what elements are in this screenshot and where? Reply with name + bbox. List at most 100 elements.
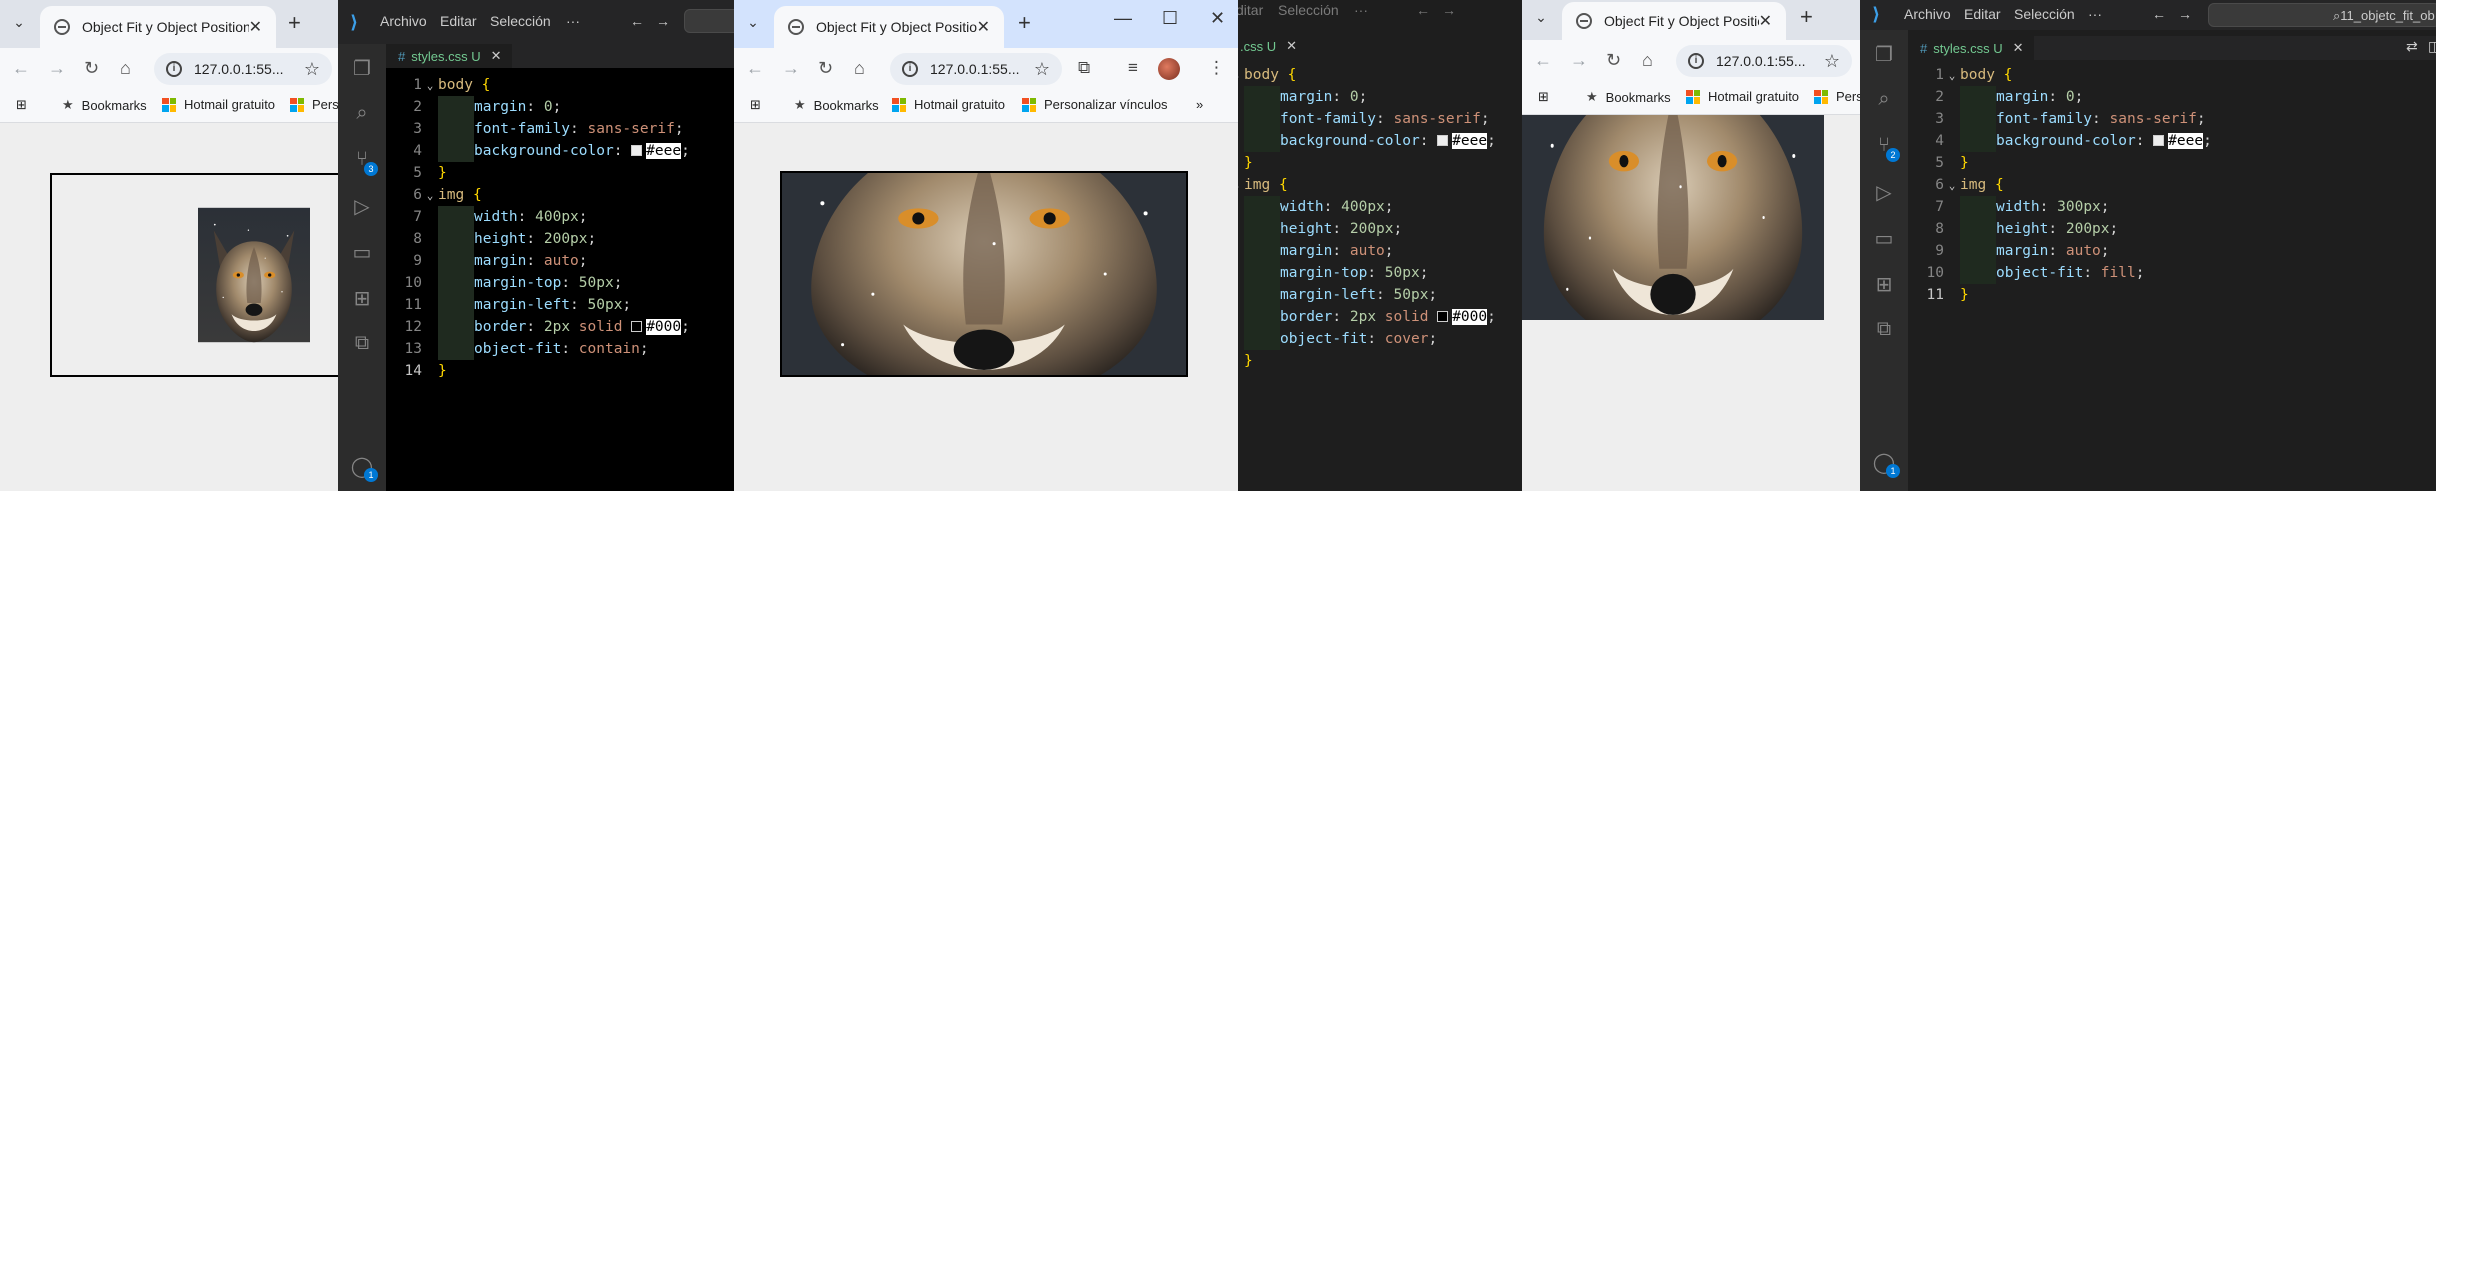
apps-icon[interactable]: ⊞ bbox=[750, 97, 761, 113]
home-icon[interactable]: ⌂ bbox=[854, 58, 865, 79]
testing-icon[interactable]: ⧉ bbox=[338, 332, 386, 355]
code-line[interactable]: 9margin: auto; bbox=[1908, 240, 2436, 262]
code-editor[interactable]: 1⌄body {2margin: 0;3font-family: sans-se… bbox=[1238, 58, 1522, 491]
chevron-down-icon[interactable]: ⌄ bbox=[740, 9, 766, 35]
code-line[interactable]: 13 object-fit: contain; bbox=[386, 338, 734, 360]
bookmark-item[interactable]: ★ Bookmarks bbox=[794, 97, 879, 113]
color-swatch[interactable] bbox=[631, 321, 643, 332]
close-icon[interactable]: ✕ bbox=[977, 17, 990, 37]
star-icon[interactable]: ☆ bbox=[1824, 51, 1840, 72]
code-line[interactable]: 8height: 200px; bbox=[1238, 218, 1522, 240]
menu-more[interactable]: ··· bbox=[1354, 2, 1368, 18]
code-line[interactable]: 14} bbox=[1238, 350, 1522, 372]
code-line[interactable]: 12border: 2px solid #000; bbox=[386, 316, 734, 338]
code-editor[interactable]: 1⌄body {2margin: 0;3font-family: sans-se… bbox=[1908, 60, 2436, 491]
reload-icon[interactable]: ↻ bbox=[818, 58, 833, 79]
command-center[interactable] bbox=[684, 9, 734, 33]
home-icon[interactable]: ⌂ bbox=[1642, 50, 1653, 71]
code-editor[interactable]: 1⌄body {2margin: 0;3font-family: sans-se… bbox=[386, 68, 734, 491]
menu-icon[interactable]: ⋮ bbox=[1208, 58, 1225, 78]
extensions-icon[interactable]: ⊞ bbox=[338, 286, 386, 311]
code-line[interactable]: 2margin: 0; bbox=[1238, 86, 1522, 108]
run-icon[interactable]: ▷ bbox=[338, 194, 386, 219]
testing-icon[interactable]: ⧉ bbox=[1860, 318, 1908, 341]
code-line[interactable]: 3font-family: sans-serif; bbox=[386, 118, 734, 140]
apps-icon[interactable]: ⊞ bbox=[16, 97, 27, 113]
address-bar[interactable]: i 127.0.0.1:55... ☆ bbox=[890, 53, 1062, 85]
extensions-icon[interactable]: ⧉ bbox=[1078, 58, 1090, 78]
apps-icon[interactable]: ⊞ bbox=[1538, 89, 1549, 105]
close-window-icon[interactable]: ✕ bbox=[1210, 8, 1225, 29]
compare-icon[interactable]: ⇄ bbox=[2406, 38, 2418, 55]
bookmark-item[interactable]: Perso bbox=[290, 97, 338, 112]
code-line[interactable]: 8height: 200px; bbox=[386, 228, 734, 250]
bookmark-item[interactable]: Personalizar vínculos bbox=[1022, 97, 1168, 112]
source-control-icon[interactable]: ⑂ bbox=[1860, 134, 1908, 157]
plus-icon[interactable]: + bbox=[1018, 10, 1031, 36]
code-line[interactable]: 2margin: 0; bbox=[1908, 86, 2436, 108]
close-icon[interactable]: ✕ bbox=[249, 17, 262, 37]
menu-seleccion[interactable]: Selección bbox=[2014, 6, 2075, 22]
forward-icon[interactable]: → bbox=[656, 13, 670, 29]
tab-styles-css[interactable]: .css U ✕ bbox=[1238, 34, 1308, 58]
menu-editar[interactable]: Editar bbox=[1964, 6, 2001, 22]
code-line[interactable]: 4background-color: #eee; bbox=[1908, 130, 2436, 152]
accounts-icon[interactable]: ◯ bbox=[338, 454, 386, 479]
code-line[interactable]: 9margin: auto; bbox=[1238, 240, 1522, 262]
code-line[interactable]: 11margin-left: 50px; bbox=[1238, 284, 1522, 306]
code-line[interactable]: 11margin-left: 50px; bbox=[386, 294, 734, 316]
star-icon[interactable]: ☆ bbox=[304, 59, 320, 80]
code-line[interactable]: 1⌄body { bbox=[1908, 64, 2436, 86]
chevron-down-icon[interactable]: ⌄ bbox=[1528, 4, 1554, 30]
plus-icon[interactable]: + bbox=[1800, 4, 1813, 30]
extensions-icon[interactable]: ⊞ bbox=[1860, 272, 1908, 297]
remote-icon[interactable]: ▭ bbox=[338, 240, 386, 265]
menu-editar[interactable]: Editar bbox=[440, 13, 477, 29]
code-line[interactable]: 6⌄img { bbox=[1238, 174, 1522, 196]
menu-archivo[interactable]: Archivo bbox=[1904, 6, 1951, 22]
maximize-icon[interactable]: ☐ bbox=[1162, 8, 1178, 29]
accounts-icon[interactable]: ◯ bbox=[1860, 450, 1908, 475]
menu-archivo[interactable]: Archivo bbox=[380, 13, 427, 29]
color-swatch[interactable] bbox=[2153, 135, 2165, 146]
bookmark-item[interactable]: Hotmail gratuito bbox=[1686, 89, 1799, 104]
run-icon[interactable]: ▷ bbox=[1860, 180, 1908, 205]
code-line[interactable]: 10 object-fit: fill; bbox=[1908, 262, 2436, 284]
code-line[interactable]: 7width: 400px; bbox=[386, 206, 734, 228]
info-icon[interactable]: i bbox=[902, 61, 918, 77]
menu-more[interactable]: ··· bbox=[2088, 6, 2102, 22]
code-line[interactable]: 3font-family: sans-serif; bbox=[1238, 108, 1522, 130]
code-line[interactable]: 2margin: 0; bbox=[386, 96, 734, 118]
code-line[interactable]: 8height: 200px; bbox=[1908, 218, 2436, 240]
code-line[interactable]: 9margin: auto; bbox=[386, 250, 734, 272]
code-line[interactable]: 11} bbox=[1908, 284, 2436, 306]
color-swatch[interactable] bbox=[631, 145, 643, 156]
code-line[interactable]: 10margin-top: 50px; bbox=[1238, 262, 1522, 284]
bookmark-item[interactable]: ★ Bookmarks bbox=[62, 97, 147, 113]
menu-seleccion[interactable]: Selección bbox=[1278, 2, 1339, 18]
forward-icon[interactable]: → bbox=[48, 58, 66, 79]
code-line[interactable]: 5} bbox=[386, 162, 734, 184]
browser-tab[interactable]: Object Fit y Object Position ✕ bbox=[1562, 2, 1786, 40]
code-line[interactable]: 3font-family: sans-serif; bbox=[1908, 108, 2436, 130]
tab-styles-css[interactable]: # styles.css U ✕ bbox=[1908, 36, 2034, 60]
forward-icon[interactable]: → bbox=[1570, 50, 1588, 71]
menu-more[interactable]: ··· bbox=[566, 13, 580, 29]
close-icon[interactable]: ✕ bbox=[1286, 38, 1297, 54]
code-line[interactable]: 1⌄body { bbox=[386, 74, 734, 96]
reload-icon[interactable]: ↻ bbox=[1606, 50, 1621, 71]
color-swatch[interactable] bbox=[1437, 135, 1449, 146]
forward-icon[interactable]: → bbox=[1442, 2, 1456, 18]
source-control-icon[interactable]: ⑂ bbox=[338, 148, 386, 171]
info-icon[interactable]: i bbox=[1688, 53, 1704, 69]
code-line[interactable]: 12border: 2px solid #000; bbox=[1238, 306, 1522, 328]
code-line[interactable]: 6⌄img { bbox=[386, 184, 734, 206]
reload-icon[interactable]: ↻ bbox=[84, 58, 99, 79]
code-line[interactable]: 7width: 400px; bbox=[1238, 196, 1522, 218]
close-icon[interactable]: ✕ bbox=[1759, 11, 1772, 31]
back-icon[interactable]: ← bbox=[746, 58, 764, 79]
code-line[interactable]: 6⌄img { bbox=[1908, 174, 2436, 196]
bookmark-item[interactable]: Hotmail gratuito bbox=[162, 97, 275, 112]
address-bar[interactable]: i 127.0.0.1:55... ☆ bbox=[154, 53, 332, 85]
bookmark-item[interactable]: Hotmail gratuito bbox=[892, 97, 1005, 112]
